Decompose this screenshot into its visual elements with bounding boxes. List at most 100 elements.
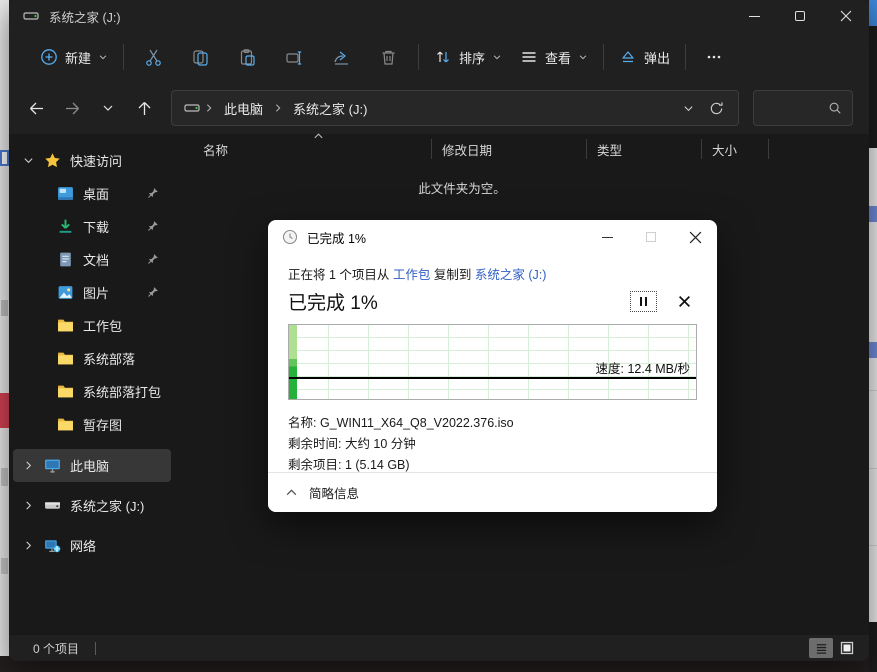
item-count: 0 个项目: [33, 640, 79, 657]
chevron-down-icon: [23, 155, 34, 166]
recent-locations-button[interactable]: [91, 91, 125, 125]
desktop-sliver-right: [869, 0, 877, 672]
column-header-label: 名称: [203, 140, 228, 159]
document-icon: [57, 251, 74, 268]
copy-destination-link[interactable]: 系统之家 (J:): [475, 268, 547, 282]
divider: [869, 390, 877, 391]
minimize-button[interactable]: [731, 0, 777, 32]
view-button[interactable]: 查看: [511, 41, 597, 74]
sidebar-item-label: 此电脑: [70, 456, 109, 475]
background-text-fragment: [869, 342, 877, 358]
column-header-label: 类型: [597, 140, 622, 159]
speed-label: 速度: 12.4 MB/秒: [596, 358, 690, 377]
copy-progress-dialog: 已完成 1% 正在将 1 个项目从 工作包 复制到 系统之家 (J:) 已完成 …: [268, 220, 717, 512]
breadcrumb-drive[interactable]: 系统之家 (J:): [287, 95, 373, 122]
column-divider[interactable]: [768, 139, 769, 159]
chevron-right-icon: [23, 500, 34, 511]
chevron-up-icon: [285, 486, 298, 499]
search-input[interactable]: [764, 101, 828, 115]
sidebar-item-folder-xitongbuluo[interactable]: 系统部落: [13, 342, 171, 375]
toolbar-separator: [685, 44, 686, 70]
column-header-date-modified[interactable]: 修改日期: [432, 134, 586, 164]
eject-icon: [619, 48, 637, 66]
sort-button[interactable]: 排序: [425, 41, 511, 74]
navigation-pane: 快速访问 桌面 下载 文档 图片: [9, 134, 175, 635]
sidebar-item-quick-access[interactable]: 快速访问: [13, 144, 171, 177]
delete-button[interactable]: [365, 41, 412, 74]
background-window-fragment: [1, 468, 8, 486]
paste-icon: [238, 48, 257, 67]
maximize-button[interactable]: [777, 0, 823, 32]
back-button[interactable]: [19, 91, 53, 125]
sidebar-item-this-pc[interactable]: 此电脑: [13, 449, 171, 482]
star-icon: [44, 152, 61, 169]
view-button-label: 查看: [545, 48, 571, 67]
sidebar-item-label: 快速访问: [70, 151, 122, 170]
toolbar-separator: [418, 44, 419, 70]
share-icon: [332, 48, 351, 67]
sidebar-item-label: 系统部落: [83, 349, 135, 368]
address-dropdown-button[interactable]: [674, 94, 702, 122]
cut-button[interactable]: [130, 41, 177, 74]
sidebar-item-documents[interactable]: 文档: [13, 243, 171, 276]
copy-button[interactable]: [177, 41, 224, 74]
sidebar-item-downloads[interactable]: 下载: [13, 210, 171, 243]
sidebar-item-folder-zancuntu[interactable]: 暂存图: [13, 408, 171, 441]
sidebar-item-drive-j[interactable]: 系统之家 (J:): [13, 489, 171, 522]
fewer-details-toggle[interactable]: 简略信息: [268, 472, 717, 512]
close-button[interactable]: [823, 0, 869, 32]
column-header-label: 大小: [712, 140, 737, 159]
forward-button[interactable]: [55, 91, 89, 125]
folder-icon: [57, 383, 74, 400]
background-window-fragment: [869, 0, 877, 26]
chevron-down-icon: [578, 52, 588, 62]
sort-ascending-caret-icon: [313, 132, 324, 140]
large-icons-view-icon: [840, 641, 854, 655]
progress-row: 已完成 1%: [288, 288, 697, 315]
sidebar-item-pictures[interactable]: 图片: [13, 276, 171, 309]
download-icon: [57, 218, 74, 235]
new-button[interactable]: 新建: [31, 41, 117, 74]
close-icon: [689, 231, 702, 244]
sidebar-item-label: 文档: [83, 250, 109, 269]
rename-button[interactable]: [271, 41, 318, 74]
column-header-label: 修改日期: [442, 140, 492, 159]
column-header-size[interactable]: 大小: [702, 134, 768, 164]
clock-icon: [282, 229, 298, 245]
folder-icon: [57, 350, 74, 367]
divider: [869, 468, 877, 469]
column-header-name[interactable]: 名称: [175, 134, 431, 164]
sidebar-item-folder-xitongbuluodabao[interactable]: 系统部落打包: [13, 375, 171, 408]
breadcrumb-this-pc[interactable]: 此电脑: [218, 95, 269, 122]
dialog-body: 正在将 1 个项目从 工作包 复制到 系统之家 (J:) 已完成 1% 速度: …: [268, 254, 717, 476]
details-view-button[interactable]: [809, 638, 833, 658]
paste-button[interactable]: [224, 41, 271, 74]
dialog-minimize-button[interactable]: [585, 220, 629, 254]
title-bar: 系统之家 (J:): [9, 0, 869, 32]
pause-button[interactable]: [630, 291, 657, 312]
minimize-icon: [749, 16, 760, 17]
eject-button[interactable]: 弹出: [610, 41, 679, 74]
copy-source-link[interactable]: 工作包: [393, 268, 431, 282]
pin-icon: [147, 220, 159, 232]
sidebar-item-network[interactable]: 网络: [13, 529, 171, 562]
background-text-fragment: [869, 206, 877, 222]
sidebar-item-desktop[interactable]: 桌面: [13, 177, 171, 210]
sort-icon: [434, 48, 452, 66]
up-button[interactable]: [127, 91, 161, 125]
share-button[interactable]: [318, 41, 365, 74]
dialog-close-button[interactable]: [673, 220, 717, 254]
dialog-maximize-button[interactable]: [629, 220, 673, 254]
sidebar-item-folder-gongzuobao[interactable]: 工作包: [13, 309, 171, 342]
toolbar-separator: [603, 44, 604, 70]
large-icons-view-button[interactable]: [835, 638, 859, 658]
sidebar-item-label: 下载: [83, 217, 109, 236]
sidebar-item-label: 系统之家 (J:): [70, 496, 144, 515]
maximize-icon: [646, 232, 656, 242]
see-more-button[interactable]: [692, 42, 736, 72]
refresh-button[interactable]: [702, 94, 730, 122]
chevron-down-icon: [98, 52, 108, 62]
search-box[interactable]: [753, 90, 853, 126]
column-header-type[interactable]: 类型: [587, 134, 701, 164]
cancel-copy-button[interactable]: [678, 295, 691, 308]
